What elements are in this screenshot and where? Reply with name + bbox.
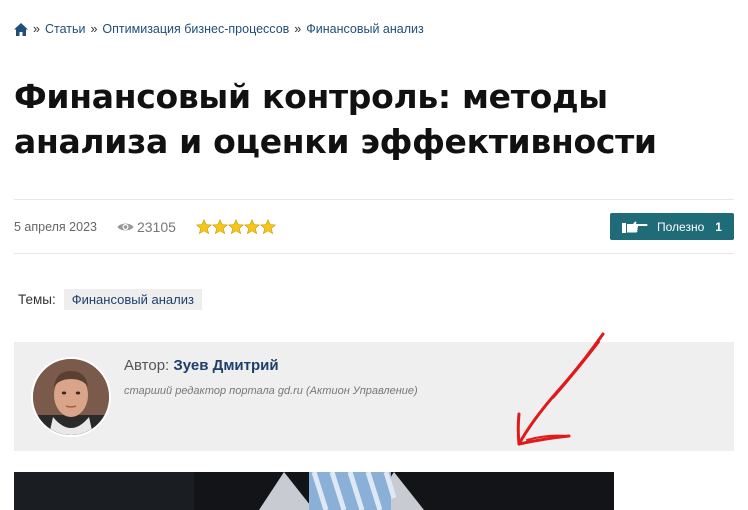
- pointing-hand-icon: [622, 221, 648, 233]
- page-title: Финансовый контроль: методы анализа и оц…: [14, 77, 657, 161]
- author-description: старший редактор портала gd.ru (Актион У…: [124, 385, 418, 397]
- home-icon[interactable]: [14, 22, 28, 36]
- breadcrumb-link-articles[interactable]: Статьи: [45, 22, 86, 36]
- views-count: 23105: [136, 219, 176, 235]
- rating-stars[interactable]: [195, 219, 276, 235]
- article-photo: [14, 472, 614, 510]
- useful-button[interactable]: Полезно 1: [610, 213, 734, 240]
- red-arrow-annotation: [516, 332, 605, 446]
- author-box: Автор: Зуев Дмитрий старший редактор пор…: [14, 342, 734, 451]
- breadcrumb-separator: »: [33, 22, 40, 36]
- breadcrumb-link-financial-analysis[interactable]: Финансовый анализ: [306, 22, 423, 36]
- breadcrumb: » Статьи » Оптимизация бизнес-процессов …: [14, 22, 424, 36]
- article-image: [14, 472, 614, 510]
- avatar[interactable]: [31, 357, 111, 437]
- useful-label: Полезно: [657, 219, 705, 234]
- star-icon[interactable]: [243, 219, 260, 235]
- star-icon[interactable]: [195, 219, 212, 235]
- divider: [14, 253, 734, 254]
- breadcrumb-separator: »: [90, 22, 98, 36]
- useful-count: 1: [715, 219, 722, 234]
- author-name-link[interactable]: Зуев Дмитрий: [173, 357, 278, 374]
- article-meta: 5 апреля 2023 23105: [14, 219, 276, 235]
- publish-date: 5 апреля 2023: [14, 220, 97, 234]
- star-icon[interactable]: [259, 219, 276, 235]
- views-counter: 23105: [117, 219, 176, 235]
- divider: [14, 199, 734, 200]
- author-prefix: Автор:: [124, 357, 170, 374]
- author-line: Автор: Зуев Дмитрий: [124, 357, 279, 374]
- breadcrumb-separator: »: [294, 22, 302, 36]
- star-icon[interactable]: [211, 219, 228, 235]
- author-photo: [33, 359, 109, 435]
- topics-label: Темы:: [18, 292, 56, 307]
- topics: Темы: Финансовый анализ: [18, 289, 202, 310]
- eye-icon: [117, 223, 134, 231]
- breadcrumb-link-optimization[interactable]: Оптимизация бизнес-процессов: [102, 22, 289, 36]
- star-icon[interactable]: [227, 219, 244, 235]
- topic-tag[interactable]: Финансовый анализ: [63, 289, 202, 310]
